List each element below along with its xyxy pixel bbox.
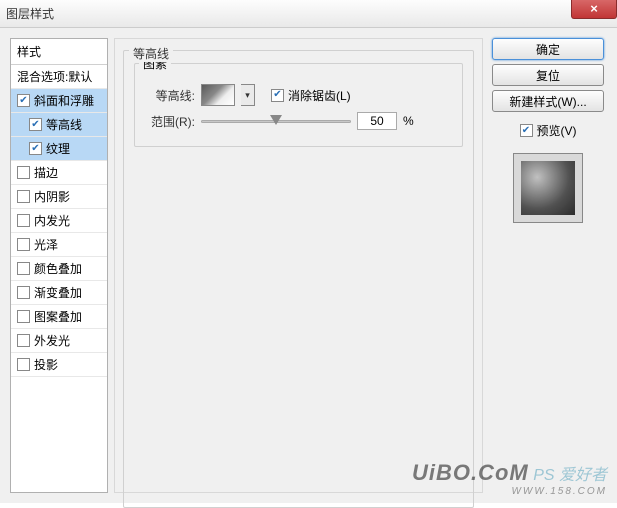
settings-panel: 等高线 图素 等高线: ▾ 消除锯齿(L) 范围(R): [114, 38, 483, 493]
style-checkbox[interactable] [29, 142, 42, 155]
style-item-label: 光泽 [34, 236, 58, 253]
antialias-checkbox[interactable] [271, 89, 284, 102]
style-item-8[interactable]: 渐变叠加 [11, 281, 107, 305]
contour-label: 等高线: [145, 87, 195, 104]
style-checkbox[interactable] [17, 238, 30, 251]
window-title: 图层样式 [6, 5, 54, 22]
style-item-0[interactable]: 斜面和浮雕 [11, 89, 107, 113]
range-slider[interactable] [201, 114, 351, 128]
style-item-2[interactable]: 纹理 [11, 137, 107, 161]
style-item-10[interactable]: 外发光 [11, 329, 107, 353]
style-item-label: 内发光 [34, 212, 70, 229]
style-item-3[interactable]: 描边 [11, 161, 107, 185]
style-item-4[interactable]: 内阴影 [11, 185, 107, 209]
style-item-7[interactable]: 颜色叠加 [11, 257, 107, 281]
style-checkbox[interactable] [17, 310, 30, 323]
style-checkbox[interactable] [17, 286, 30, 299]
style-item-6[interactable]: 光泽 [11, 233, 107, 257]
preview-image [521, 161, 575, 215]
preview-checkbox[interactable] [520, 124, 533, 137]
range-label: 范围(R): [145, 113, 195, 130]
buttons-panel: 确定 复位 新建样式(W)... 预览(V) [489, 38, 607, 493]
style-item-label: 图案叠加 [34, 308, 82, 325]
style-item-label: 纹理 [46, 140, 70, 157]
slider-thumb[interactable] [270, 115, 282, 125]
style-item-label: 颜色叠加 [34, 260, 82, 277]
antialias-label: 消除锯齿(L) [288, 87, 351, 104]
watermark: UiBO.CoM PS 爱好者 WWW.158.COM [412, 460, 607, 497]
style-item-label: 投影 [34, 356, 58, 373]
style-checkbox[interactable] [29, 118, 42, 131]
style-checkbox[interactable] [17, 166, 30, 179]
blend-options-label: 混合选项:默认 [17, 68, 92, 85]
style-item-label: 渐变叠加 [34, 284, 82, 301]
ok-button[interactable]: 确定 [492, 38, 604, 60]
style-item-label: 内阴影 [34, 188, 70, 205]
titlebar: 图层样式 × [0, 0, 617, 28]
style-checkbox[interactable] [17, 262, 30, 275]
close-icon: × [590, 2, 598, 15]
style-item-label: 等高线 [46, 116, 82, 133]
preview-label: 预览(V) [537, 122, 577, 139]
style-item-9[interactable]: 图案叠加 [11, 305, 107, 329]
range-unit: % [403, 114, 414, 128]
blend-options-row[interactable]: 混合选项:默认 [11, 65, 107, 89]
style-checkbox[interactable] [17, 190, 30, 203]
style-checkbox[interactable] [17, 214, 30, 227]
style-item-11[interactable]: 投影 [11, 353, 107, 377]
style-item-label: 描边 [34, 164, 58, 181]
dialog-body: 样式 混合选项:默认 斜面和浮雕等高线纹理描边内阴影内发光光泽颜色叠加渐变叠加图… [0, 28, 617, 503]
preview-thumbnail [513, 153, 583, 223]
close-button[interactable]: × [571, 0, 617, 19]
styles-header[interactable]: 样式 [11, 39, 107, 65]
style-checkbox[interactable] [17, 358, 30, 371]
style-checkbox[interactable] [17, 94, 30, 107]
style-item-label: 斜面和浮雕 [34, 92, 94, 109]
style-item-label: 外发光 [34, 332, 70, 349]
new-style-button[interactable]: 新建样式(W)... [492, 90, 604, 112]
style-item-1[interactable]: 等高线 [11, 113, 107, 137]
style-checkbox[interactable] [17, 334, 30, 347]
contour-picker[interactable] [201, 84, 235, 106]
styles-list: 样式 混合选项:默认 斜面和浮雕等高线纹理描边内阴影内发光光泽颜色叠加渐变叠加图… [10, 38, 108, 493]
cancel-button[interactable]: 复位 [492, 64, 604, 86]
group-title: 等高线 [129, 45, 173, 62]
style-item-5[interactable]: 内发光 [11, 209, 107, 233]
range-input[interactable] [357, 112, 397, 130]
contour-dropdown[interactable]: ▾ [241, 84, 255, 106]
